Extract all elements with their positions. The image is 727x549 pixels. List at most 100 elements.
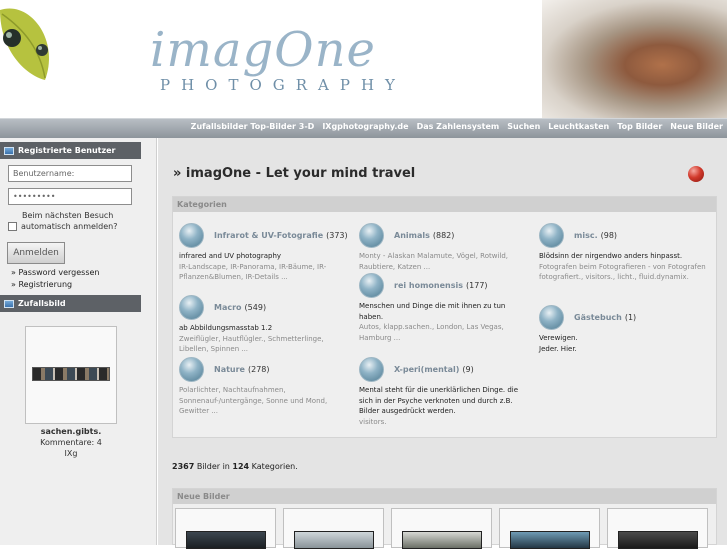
- category-infrared: Infrarot & UV-Fotografie (373) infrared …: [179, 222, 349, 283]
- category-link[interactable]: rei homonensis: [394, 281, 463, 290]
- random-image-frame[interactable]: [25, 326, 117, 424]
- category-description: ab Abbildungsmasstab 1.2: [179, 324, 273, 332]
- category-count: (98): [600, 230, 618, 240]
- category-subcategories[interactable]: Monty - Alaskan Malamute, Vögel, Rotwild…: [359, 251, 529, 272]
- category-count: (278): [247, 364, 270, 374]
- leaf-bead-decoration-icon: [0, 8, 49, 81]
- forgot-password-link[interactable]: » Password vergessen: [11, 268, 156, 277]
- category-macro: Macro (549) ab Abbildungsmasstab 1.2 Zwe…: [179, 294, 349, 355]
- nav-item-zahlensystem[interactable]: Das Zahlensystem: [417, 122, 500, 131]
- category-link[interactable]: Animals: [394, 231, 430, 240]
- category-link[interactable]: misc.: [574, 231, 598, 240]
- register-link[interactable]: » Registrierung: [11, 280, 156, 289]
- category-description: Mental steht für die unerklärlichen Ding…: [359, 386, 519, 415]
- new-image[interactable]: [186, 531, 266, 549]
- category-subcategories[interactable]: IR-Landscape, IR-Panorama, IR-Bäume, IR-…: [179, 262, 349, 283]
- new-image[interactable]: [618, 531, 698, 549]
- category-count: (549): [244, 302, 267, 312]
- nav-item-ixgphotography[interactable]: IXgphotography.de: [322, 122, 408, 131]
- category-count: (882): [432, 230, 455, 240]
- stats-image-count: 2367: [172, 462, 195, 471]
- auto-login-label-1: Beim nächsten Besuch: [22, 211, 114, 220]
- username-field[interactable]: Benutzername:: [8, 165, 132, 182]
- category-link[interactable]: Gästebuch: [574, 313, 622, 322]
- new-image-thumb[interactable]: [175, 508, 276, 549]
- gallery-stats: 2367 Bilder in 124 Kategorien.: [172, 462, 298, 471]
- new-image[interactable]: [294, 531, 374, 549]
- new-image-thumb[interactable]: [499, 508, 600, 549]
- category-link[interactable]: X-peri(mental): [394, 365, 459, 374]
- site-logo[interactable]: imagOne: [150, 22, 376, 78]
- new-image-thumb[interactable]: [391, 508, 492, 549]
- stats-mid-text: Bilder in: [196, 462, 230, 471]
- folder-icon: [4, 299, 14, 308]
- category-description: infrared and UV photography: [179, 252, 282, 260]
- category-guestbook: Gästebuch (1) Verewigen. Jeder. Hier.: [539, 304, 659, 354]
- random-image-thumbnail[interactable]: [32, 367, 110, 381]
- registered-users-header: Registrierte Benutzer: [0, 142, 141, 159]
- new-image[interactable]: [510, 531, 590, 549]
- nav-item-random-top-3d[interactable]: Zufallsbilder Top-Bilder 3-D: [191, 122, 315, 131]
- auto-login-label-2: automatisch anmelden?: [21, 222, 118, 231]
- auto-login-option: Beim nächsten Besuch automatisch anmelde…: [8, 210, 156, 232]
- new-image-thumb[interactable]: [607, 508, 708, 549]
- category-ball-icon[interactable]: [539, 304, 564, 330]
- stats-category-count: 124: [232, 462, 250, 471]
- main-content: » imagOne - Let your mind travel Kategor…: [158, 138, 727, 549]
- stats-end-text: Kategorien.: [251, 462, 298, 471]
- new-images-panel: Neue Bilder: [172, 488, 717, 549]
- header-banner: imagOne PHOTOGRAPHY: [0, 0, 727, 118]
- category-link[interactable]: Macro: [214, 303, 242, 312]
- random-image-comments: Kommentare: 4: [40, 438, 102, 447]
- nav-item-search[interactable]: Suchen: [507, 122, 540, 131]
- category-x-perimental: X-peri(mental) (9) Mental steht für die …: [359, 356, 529, 428]
- category-misc: misc. (98) Blödsinn der nirgendwo anders…: [539, 222, 709, 283]
- category-subcategories[interactable]: Autos, klapp.sachen., London, Las Vegas,…: [359, 322, 529, 343]
- category-ball-icon[interactable]: [359, 356, 384, 382]
- category-ball-icon[interactable]: [179, 356, 204, 382]
- page-title: » imagOne - Let your mind travel: [173, 166, 416, 181]
- category-ball-icon[interactable]: [359, 272, 384, 298]
- category-description: Menschen und Dinge die mit ihnen zu tun …: [359, 302, 506, 321]
- category-description: Blödsinn der nirgendwo anders hinpasst.: [539, 252, 683, 260]
- nav-item-lightbox[interactable]: Leuchtkasten: [548, 122, 609, 131]
- password-field[interactable]: •••••••••: [8, 188, 132, 205]
- red-ball-icon: [688, 166, 704, 182]
- login-button[interactable]: Anmelden: [7, 242, 65, 264]
- fox-photo: [542, 0, 727, 118]
- folder-icon: [4, 146, 14, 155]
- category-subcategories[interactable]: Polarlichter, Nachtaufnahmen, Sonnenauf-…: [179, 385, 349, 417]
- random-image-caption: sachen.gibts. Kommentare: 4 IXg: [0, 426, 142, 459]
- site-logo-subtitle: PHOTOGRAPHY: [160, 76, 406, 94]
- categories-panel: Kategorien Infrarot & UV-Fotografie (373…: [172, 196, 717, 438]
- category-subcategories[interactable]: visitors.: [359, 417, 529, 428]
- left-sidebar: Registrierte Benutzer Benutzername: ••••…: [0, 138, 157, 545]
- nav-item-top-images[interactable]: Top Bilder: [617, 122, 662, 131]
- category-ball-icon[interactable]: [359, 222, 384, 248]
- category-subcategories[interactable]: Fotografen beim Fotografieren - von Foto…: [539, 262, 709, 283]
- new-image[interactable]: [402, 531, 482, 549]
- random-image-author[interactable]: IXg: [0, 448, 142, 459]
- category-link[interactable]: Infrarot & UV-Fotografie: [214, 231, 323, 240]
- category-nature: Nature (278) Polarlichter, Nachtaufnahme…: [179, 356, 349, 417]
- categories-header: Kategorien: [173, 197, 716, 212]
- new-images-header: Neue Bilder: [173, 489, 716, 504]
- category-animals: Animals (882) Monty - Alaskan Malamute, …: [359, 222, 529, 272]
- category-count: (9): [462, 364, 474, 374]
- category-ball-icon[interactable]: [179, 294, 204, 320]
- nav-item-new-images[interactable]: Neue Bilder: [670, 122, 723, 131]
- category-count: (1): [624, 312, 637, 322]
- random-image-header: Zufallsbild: [0, 295, 141, 312]
- random-image-title[interactable]: sachen.gibts.: [41, 427, 102, 436]
- auto-login-checkbox[interactable]: [8, 222, 17, 231]
- category-description: Verewigen. Jeder. Hier.: [539, 334, 578, 353]
- category-count: (373): [326, 230, 348, 240]
- top-navigation: Zufallsbilder Top-Bilder 3-D IXgphotogra…: [0, 118, 727, 138]
- category-ball-icon[interactable]: [539, 222, 564, 248]
- category-subcategories[interactable]: Zweiflügler, Hautflügler., Schmetterling…: [179, 334, 349, 355]
- category-ball-icon[interactable]: [179, 222, 204, 248]
- category-link[interactable]: Nature: [214, 365, 245, 374]
- new-image-thumb[interactable]: [283, 508, 384, 549]
- category-rei-homonensis: rei homonensis (177) Menschen und Dinge …: [359, 272, 529, 343]
- category-count: (177): [466, 280, 488, 290]
